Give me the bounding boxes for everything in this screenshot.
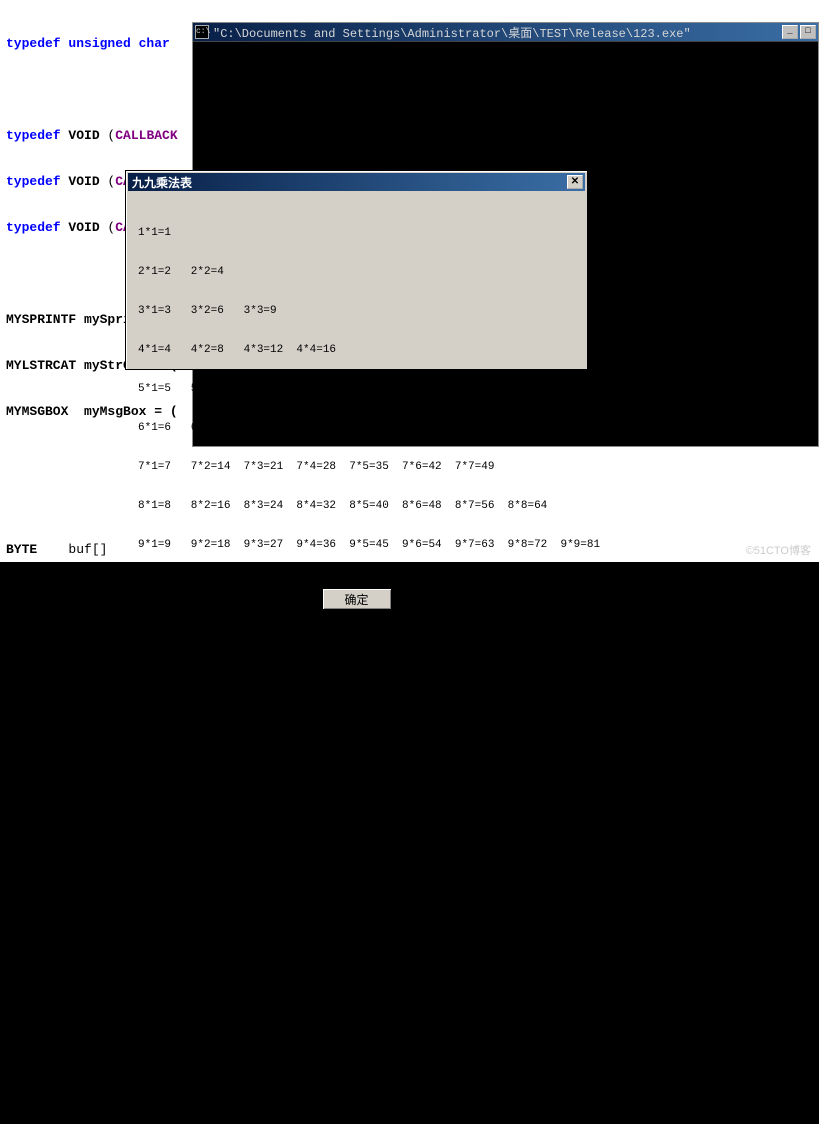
watermark: ©51CTO博客 bbox=[746, 542, 811, 558]
mtable-row: 7*1=7 7*2=14 7*3=21 7*4=28 7*5=35 7*6=42… bbox=[138, 461, 575, 474]
mtable-row: 8*1=8 8*2=16 8*3=24 8*4=32 8*5=40 8*6=48… bbox=[138, 500, 575, 513]
ok-button[interactable]: 确定 bbox=[322, 588, 392, 610]
mtable-row: 5*1=5 5*2=10 5*3=15 5*4=20 5*5=25 bbox=[138, 383, 575, 396]
mtable-row: 6*1=6 6*2=12 6*3=18 6*4=24 6*5=30 6*6=36 bbox=[138, 422, 575, 435]
mtable-row: 4*1=4 4*2=8 4*3=12 4*4=16 bbox=[138, 344, 575, 357]
mtable-row: 9*1=9 9*2=18 9*3=27 9*4=36 9*5=45 9*6=54… bbox=[138, 539, 575, 552]
minimize-button[interactable]: _ bbox=[782, 25, 798, 39]
close-icon[interactable]: ✕ bbox=[567, 175, 583, 189]
kw-typedef: typedef unsigned char bbox=[6, 36, 170, 51]
mtable-row: 1*1=1 bbox=[138, 227, 575, 240]
mtable-row: 3*1=3 3*2=6 3*3=9 bbox=[138, 305, 575, 318]
dialog-titlebar[interactable]: 九九乘法表 ✕ bbox=[128, 173, 585, 191]
console-titlebar[interactable]: c:\ "C:\Documents and Settings\Administr… bbox=[193, 23, 818, 42]
dialog-content: 1*1=1 2*1=2 2*2=4 3*1=3 3*2=6 3*3=9 4*1=… bbox=[126, 193, 587, 586]
messagebox-dialog: 九九乘法表 ✕ 1*1=1 2*1=2 2*2=4 3*1=3 3*2=6 3*… bbox=[125, 170, 588, 370]
dialog-title: 九九乘法表 bbox=[132, 174, 567, 191]
mtable-row: 2*1=2 2*2=4 bbox=[138, 266, 575, 279]
maximize-button[interactable]: □ bbox=[800, 25, 816, 39]
console-title: "C:\Documents and Settings\Administrator… bbox=[213, 24, 780, 41]
cmd-icon: c:\ bbox=[195, 25, 209, 39]
